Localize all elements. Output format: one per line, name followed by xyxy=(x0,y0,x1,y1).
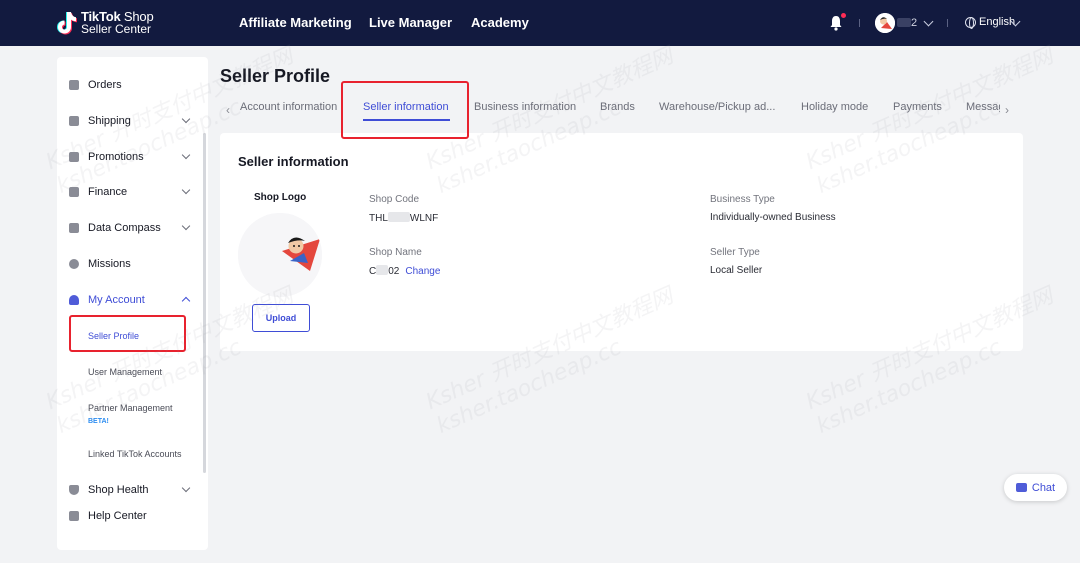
avatar-image xyxy=(875,13,895,33)
nav-live-manager[interactable]: Live Manager xyxy=(369,15,452,30)
chevron-up-icon xyxy=(181,296,191,306)
chevron-down-icon xyxy=(181,221,191,231)
nav-affiliate-marketing[interactable]: Affiliate Marketing xyxy=(239,15,352,30)
seller-type-value: Local Seller xyxy=(710,265,763,276)
sidebar-item-shop-health[interactable]: Shop Health xyxy=(69,480,194,500)
bar-chart-icon xyxy=(69,223,79,233)
change-shop-name-link[interactable]: Change xyxy=(405,266,440,277)
chevron-down-icon xyxy=(181,483,191,493)
shipping-icon xyxy=(69,116,79,126)
shop-code-label: Shop Code xyxy=(369,194,420,205)
logo-subtitle: Seller Center xyxy=(81,22,152,36)
divider xyxy=(947,19,948,27)
sidebar-item-missions[interactable]: Missions xyxy=(69,254,194,274)
shop-name-value: C 02 Change xyxy=(369,265,441,277)
tiktok-shop-logo[interactable]: TikTok Shop Seller Center xyxy=(55,8,154,38)
sidebar-item-data-compass[interactable]: Data Compass xyxy=(69,218,194,238)
globe-icon[interactable] xyxy=(965,17,976,29)
divider xyxy=(859,19,860,27)
sidebar-sub-linked-tiktok-accounts[interactable]: Linked TikTok Accounts xyxy=(88,449,182,459)
shop-code-value: THL WLNF xyxy=(369,212,439,224)
notification-dot xyxy=(841,13,846,18)
business-type-label: Business Type xyxy=(710,194,775,205)
chat-icon xyxy=(1015,483,1027,492)
help-icon xyxy=(69,511,79,521)
trophy-icon xyxy=(69,485,79,495)
card-title: Seller information xyxy=(238,154,349,169)
chevron-down-icon[interactable] xyxy=(923,16,934,27)
logo-text: TikTok Shop Seller Center xyxy=(81,10,154,36)
nav-academy[interactable]: Academy xyxy=(471,15,529,30)
tab-warehouse-pickup[interactable]: Warehouse/Pickup ad... xyxy=(659,101,775,113)
tab-holiday-mode[interactable]: Holiday mode xyxy=(801,101,868,113)
user-icon xyxy=(69,295,79,305)
sidebar-scrollbar[interactable] xyxy=(203,133,206,473)
medal-icon xyxy=(69,259,79,269)
highlight-box-seller-information-tab xyxy=(341,81,469,139)
top-navigation-bar: TikTok Shop Seller Center Affiliate Mark… xyxy=(0,0,1080,46)
chat-button[interactable]: Chat xyxy=(1004,474,1067,501)
language-selector[interactable]: English xyxy=(979,16,1015,28)
business-type-value: Individually-owned Business xyxy=(710,212,836,223)
seller-type-label: Seller Type xyxy=(710,247,760,258)
redacted-block xyxy=(387,212,410,222)
shop-logo-label: Shop Logo xyxy=(254,192,307,203)
tiktok-note-icon xyxy=(57,12,77,35)
avatar[interactable] xyxy=(875,13,895,33)
sidebar-item-my-account[interactable]: My Account xyxy=(69,290,194,310)
orders-icon xyxy=(69,80,79,90)
redacted-block xyxy=(376,265,389,275)
user-name[interactable]: 2 xyxy=(897,17,917,29)
chevron-down-icon xyxy=(181,185,191,195)
chevron-down-icon xyxy=(181,150,191,160)
shop-name-label: Shop Name xyxy=(369,247,422,258)
sidebar-item-help-center[interactable]: Help Center xyxy=(69,506,194,526)
